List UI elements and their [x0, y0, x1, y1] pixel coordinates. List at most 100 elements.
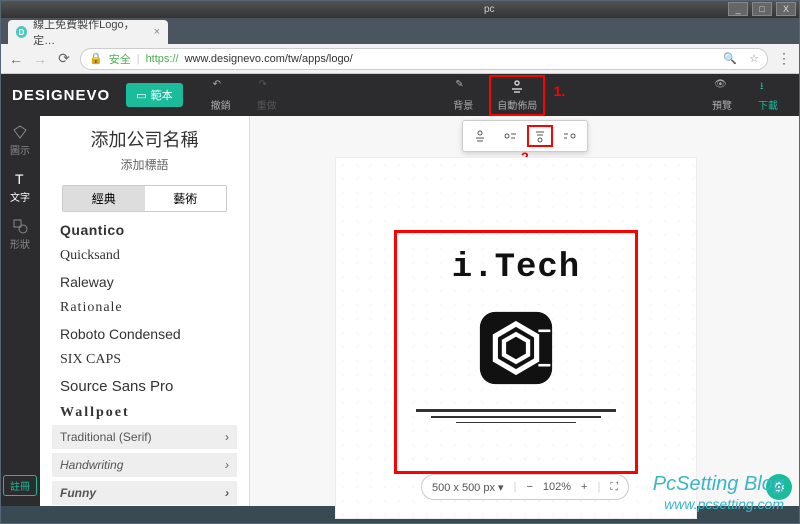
font-item[interactable]: Six Caps: [60, 352, 237, 368]
paint-icon: ✎: [455, 79, 471, 95]
tab-art[interactable]: 藝術: [145, 186, 227, 211]
layout-option-3[interactable]: [527, 125, 553, 147]
rail-shape-tab[interactable]: 形狀: [10, 218, 30, 251]
browser-tab[interactable]: D 線上免費製作Logo，定… ×: [8, 20, 168, 44]
auto-layout-label: 自動佈局: [497, 97, 537, 112]
download-button[interactable]: ⭳ 下載: [748, 79, 788, 112]
canvas-area: 2. i.Tech 500 x 500 px ▾ | − 102% + | ⛶ …: [250, 116, 800, 506]
secure-label: 安全: [109, 51, 131, 67]
auto-layout-button[interactable]: 自動佈局 1.: [489, 75, 545, 116]
shape-icon: [12, 218, 28, 234]
background-label: 背景: [453, 97, 473, 112]
category-label: Funny: [60, 486, 96, 500]
os-maximize-button[interactable]: □: [752, 2, 772, 16]
canvas-size-dropdown[interactable]: 500 x 500 px ▾: [432, 481, 504, 494]
logo-lines: [416, 405, 616, 427]
preview-button[interactable]: 👁 預覽: [702, 79, 742, 112]
annotation-1: 1.: [554, 83, 566, 99]
os-close-button[interactable]: X: [776, 2, 796, 16]
gear-icon: ⚙: [773, 479, 786, 496]
url-protocol: https://: [146, 53, 179, 65]
download-icon: ⭳: [760, 79, 776, 95]
search-icon[interactable]: 🔍: [723, 52, 737, 65]
chevron-down-icon: ▾: [498, 482, 504, 494]
undo-button[interactable]: ↶ 撤銷: [201, 79, 241, 112]
background-button[interactable]: ✎ 背景: [443, 79, 483, 112]
browser-tab-title: 線上免費製作Logo，定…: [33, 16, 147, 48]
diamond-icon: [12, 124, 28, 140]
tab-classic[interactable]: 經典: [63, 186, 145, 211]
preview-label: 預覽: [712, 97, 732, 112]
app-header: DESIGNEVO ▭ 範本 ↶ 撤銷 ↷ 重做 ✎ 背景 自動佈局 1. 👁 …: [0, 74, 800, 116]
company-name-input[interactable]: 添加公司名稱: [52, 126, 237, 152]
fit-button[interactable]: ⛶: [610, 481, 618, 494]
undo-label: 撤銷: [211, 97, 231, 112]
templates-button[interactable]: ▭ 範本: [126, 83, 182, 107]
forward-button[interactable]: →: [32, 51, 48, 67]
favicon-icon: D: [16, 26, 27, 38]
redo-button[interactable]: ↷ 重做: [247, 79, 287, 112]
chevron-right-icon: ›: [225, 486, 229, 500]
reload-button[interactable]: ⟳: [56, 51, 72, 67]
font-item[interactable]: Roboto Condensed: [60, 326, 237, 342]
font-category-serif[interactable]: Traditional (Serif) ›: [52, 425, 237, 449]
canvas-bottom-toolbar: 500 x 500 px ▾ | − 102% + | ⛶: [421, 474, 629, 500]
layout-option-1[interactable]: [467, 125, 493, 147]
settings-fab[interactable]: ⚙: [766, 474, 792, 500]
font-category-funny[interactable]: Funny ›: [52, 481, 237, 505]
logo-selection[interactable]: i.Tech: [394, 230, 638, 474]
lock-icon: 🔒: [89, 52, 103, 65]
templates-label: 範本: [151, 87, 173, 103]
text-icon: T: [12, 171, 28, 187]
rail-text-label: 文字: [10, 189, 30, 204]
redo-label: 重做: [257, 97, 277, 112]
category-label: Traditional (Serif): [60, 430, 152, 444]
rail-text-tab[interactable]: T 文字: [10, 171, 30, 204]
templates-icon: ▭: [136, 89, 146, 102]
bookmark-star-icon[interactable]: ☆: [749, 52, 759, 65]
browser-menu-button[interactable]: ⋮: [776, 51, 792, 67]
app-logo: DESIGNEVO: [12, 87, 110, 104]
back-button[interactable]: ←: [8, 51, 24, 67]
layout-option-2[interactable]: [497, 125, 523, 147]
zoom-in-button[interactable]: +: [581, 481, 587, 493]
artboard[interactable]: i.Tech: [336, 158, 696, 518]
rail-shape-label: 形狀: [10, 236, 30, 251]
chevron-right-icon: ›: [225, 458, 229, 472]
auto-layout-icon: [509, 79, 525, 95]
auto-layout-popup: 2.: [462, 120, 588, 152]
rail-icon-label: 圖示: [10, 142, 30, 157]
eye-icon: 👁: [714, 79, 730, 95]
chevron-right-icon: ›: [225, 430, 229, 444]
hexagon-icon[interactable]: [473, 305, 559, 391]
rail-icon-tab[interactable]: 圖示: [10, 124, 30, 157]
font-item[interactable]: Raleway: [60, 274, 237, 290]
font-item[interactable]: Quicksand: [60, 248, 237, 264]
undo-icon: ↶: [213, 79, 229, 95]
zoom-level[interactable]: 102%: [543, 481, 571, 493]
left-rail: 圖示 T 文字 形狀 註冊: [0, 116, 40, 506]
tagline-input[interactable]: 添加標語: [52, 156, 237, 173]
os-minimize-button[interactable]: _: [728, 2, 748, 16]
os-app-label: pc: [484, 4, 495, 15]
canvas-size-label: 500 x 500 px: [432, 482, 495, 494]
address-bar[interactable]: 🔒 安全 | https://www.designevo.com/tw/apps…: [80, 48, 768, 70]
font-item[interactable]: Rationale: [60, 300, 237, 316]
svg-text:T: T: [15, 171, 24, 187]
zoom-out-button[interactable]: −: [526, 481, 532, 493]
font-item[interactable]: Quantico: [60, 222, 237, 238]
font-category-tabs: 經典 藝術: [62, 185, 227, 212]
download-label: 下載: [758, 97, 778, 112]
url-text: www.designevo.com/tw/apps/logo/: [185, 53, 353, 65]
font-category-handwriting[interactable]: Handwriting ›: [52, 453, 237, 477]
logo-text[interactable]: i.Tech: [452, 249, 580, 287]
font-item[interactable]: Wallpoet: [60, 405, 237, 421]
tab-close-icon[interactable]: ×: [154, 26, 160, 38]
font-list: Quantico Quicksand Raleway Rationale Rob…: [52, 222, 237, 421]
font-item[interactable]: Source Sans Pro: [60, 378, 237, 395]
side-panel: 添加公司名稱 添加標語 經典 藝術 Quantico Quicksand Ral…: [40, 116, 250, 506]
browser-tab-strip: D 線上免費製作Logo，定… ×: [0, 18, 800, 44]
category-label: Handwriting: [60, 458, 123, 472]
layout-option-4[interactable]: [557, 125, 583, 147]
register-button[interactable]: 註冊: [3, 475, 37, 496]
